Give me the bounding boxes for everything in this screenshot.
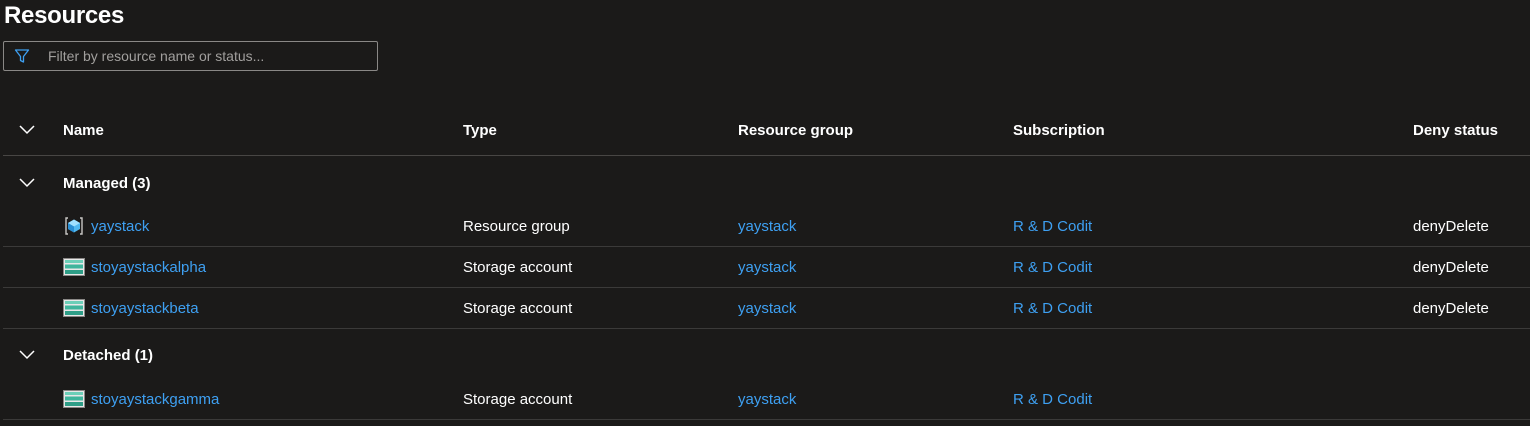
subscription-link[interactable]: R & D Codit (1013, 300, 1092, 317)
column-header-name[interactable]: Name (63, 122, 104, 139)
resource-name-link[interactable]: stoyaystackbeta (91, 300, 199, 317)
resource-type: Resource group (463, 217, 570, 235)
group-row-managed[interactable]: Managed (3) (3, 157, 1530, 209)
resource-type: Storage account (463, 390, 573, 408)
chevron-down-icon[interactable] (17, 173, 37, 193)
table-row[interactable]: stoyaystackgamma Storage account yaystac… (3, 379, 1530, 420)
resource-name-link[interactable]: yaystack (91, 218, 149, 235)
subscription-link[interactable]: R & D Codit (1013, 218, 1092, 235)
table-header: Name Type Resource group Subscription De… (3, 105, 1530, 156)
deny-status: denyDelete (1413, 258, 1489, 276)
resource-name-link[interactable]: stoyaystackgamma (91, 391, 219, 408)
column-header-deny-status[interactable]: Deny status (1413, 122, 1498, 139)
subscription-link[interactable]: R & D Codit (1013, 259, 1092, 276)
deny-status: denyDelete (1413, 217, 1489, 235)
resource-name-link[interactable]: stoyaystackalpha (91, 259, 206, 276)
resource-group-link[interactable]: yaystack (738, 218, 796, 235)
filter-icon (14, 47, 32, 65)
resource-group-icon (63, 216, 85, 236)
deny-status: denyDelete (1413, 299, 1489, 317)
subscription-link[interactable]: R & D Codit (1013, 391, 1092, 408)
column-header-type[interactable]: Type (463, 122, 497, 139)
storage-account-icon (63, 257, 85, 277)
resource-group-link[interactable]: yaystack (738, 259, 796, 276)
storage-account-icon (63, 389, 85, 409)
group-row-detached[interactable]: Detached (1) (3, 328, 1530, 381)
column-header-resource-group[interactable]: Resource group (738, 122, 853, 139)
filter-box[interactable] (3, 41, 378, 71)
chevron-down-icon[interactable] (17, 345, 37, 365)
table-row[interactable]: yaystack Resource group yaystack R & D C… (3, 206, 1530, 247)
page-title: Resources (4, 2, 125, 29)
storage-account-icon (63, 298, 85, 318)
column-header-subscription[interactable]: Subscription (1013, 122, 1105, 139)
resource-group-link[interactable]: yaystack (738, 300, 796, 317)
collapse-all-chevron-icon[interactable] (17, 120, 37, 140)
filter-input[interactable] (48, 48, 368, 64)
resource-type: Storage account (463, 299, 573, 317)
table-row[interactable]: stoyaystackalpha Storage account yaystac… (3, 247, 1530, 288)
resource-group-link[interactable]: yaystack (738, 391, 796, 408)
group-label: Detached (1) (63, 346, 154, 364)
resource-type: Storage account (463, 258, 573, 276)
group-label: Managed (3) (63, 174, 151, 192)
table-row[interactable]: stoyaystackbeta Storage account yaystack… (3, 288, 1530, 328)
